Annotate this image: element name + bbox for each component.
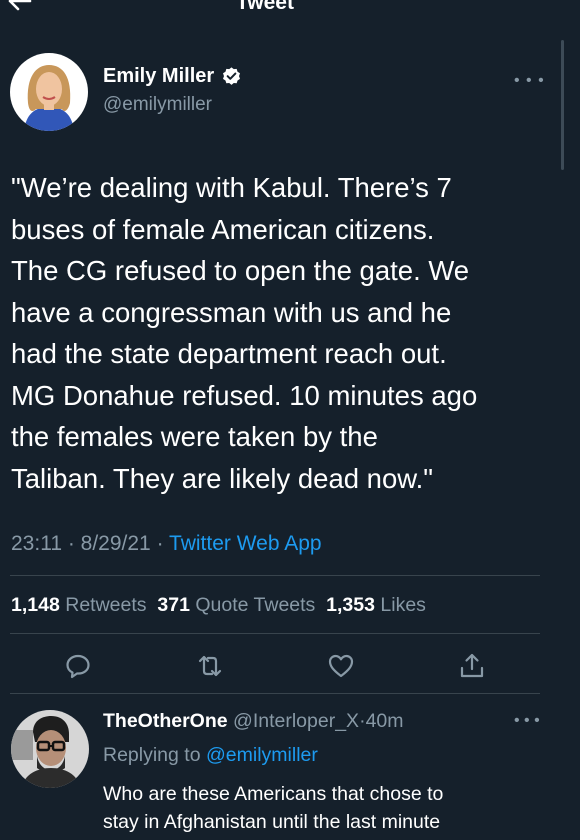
reply-avatar[interactable] — [11, 710, 89, 788]
tweet-line: MG Donahue refused. 10 minutes ago — [11, 379, 478, 411]
avatar[interactable] — [10, 53, 88, 131]
verified-badge-icon — [223, 66, 241, 85]
back-arrow-icon[interactable] — [4, 0, 34, 16]
tweet-time[interactable]: 23:11 — [11, 532, 62, 555]
likes-label: Likes — [380, 594, 426, 616]
quotes-label: Quote Tweets — [195, 594, 316, 616]
reply-line: Who are these Americans that chose to — [103, 783, 444, 805]
tweet-date[interactable]: 8/29/21 — [81, 532, 151, 555]
likes-stat[interactable]: 1,353 Likes — [326, 594, 426, 616]
tweet-source-link[interactable]: Twitter Web App — [169, 532, 322, 555]
author-name-text[interactable]: Emily Miller — [103, 64, 214, 88]
page-title: Tweet — [236, 0, 294, 14]
retweets-count: 1,148 — [11, 594, 60, 616]
tweet-text: "We’re dealing with Kabul. There’s 7 bus… — [11, 167, 551, 499]
retweets-label: Retweets — [65, 594, 147, 616]
avatar-image — [10, 53, 88, 131]
author-handle[interactable]: @emilymiller — [103, 94, 212, 116]
divider — [10, 633, 540, 634]
reply-header: TheOtherOne @Interloper_X·40m — [103, 709, 404, 733]
share-icon[interactable] — [458, 652, 486, 680]
tweet-line: the females were taken by the — [11, 421, 378, 452]
reply-time[interactable]: 40m — [366, 710, 404, 732]
tweet-line: Taliban. They are likely dead now." — [11, 462, 434, 494]
divider — [10, 575, 540, 576]
author-name[interactable]: Emily Miller — [103, 64, 242, 88]
tweet-line: have a congressman with us and he — [11, 296, 452, 328]
retweet-icon[interactable] — [196, 652, 224, 680]
heart-icon[interactable] — [327, 652, 355, 680]
likes-count: 1,353 — [326, 594, 375, 616]
meta-separator: · — [62, 532, 81, 555]
reply-author-handle[interactable]: @Interloper_X — [233, 710, 359, 732]
reply-author-name[interactable]: TheOtherOne — [103, 710, 228, 732]
tweet-line: The CG refused to open the gate. We — [11, 255, 470, 286]
quotes-count: 371 — [157, 594, 190, 616]
reply-avatar-image — [11, 710, 89, 788]
top-bar: Tweet — [0, 0, 580, 22]
tweet-line: had the state department reach out. — [11, 338, 447, 369]
replying-to-mention[interactable]: @emilymiller — [206, 744, 318, 766]
meta-separator: · — [150, 532, 170, 555]
retweets-stat[interactable]: 1,148 Retweets — [11, 594, 147, 616]
reply-line: stay in Afghanistan until the last minut… — [103, 811, 441, 833]
reply-icon[interactable] — [64, 652, 92, 680]
replying-to: Replying to @emilymiller — [103, 743, 318, 767]
tweet-line: buses of female American citizens. — [11, 213, 435, 245]
more-icon[interactable]: • • • — [514, 72, 545, 90]
quote-tweets-stat[interactable]: 371 Quote Tweets — [157, 594, 315, 616]
tweet-stats: 1,148 Retweets 371 Quote Tweets 1,353 Li… — [11, 593, 426, 617]
scrollbar[interactable] — [561, 40, 564, 170]
tweet-line: "We’re dealing with Kabul. There’s 7 — [11, 172, 452, 203]
reply-text: Who are these Americans that chose to st… — [103, 780, 543, 836]
replying-to-label: Replying to — [103, 744, 201, 766]
more-icon[interactable]: • • • — [514, 712, 540, 730]
tweet-meta: 23:11 · 8/29/21 · Twitter Web App — [11, 531, 322, 557]
divider — [10, 693, 540, 694]
